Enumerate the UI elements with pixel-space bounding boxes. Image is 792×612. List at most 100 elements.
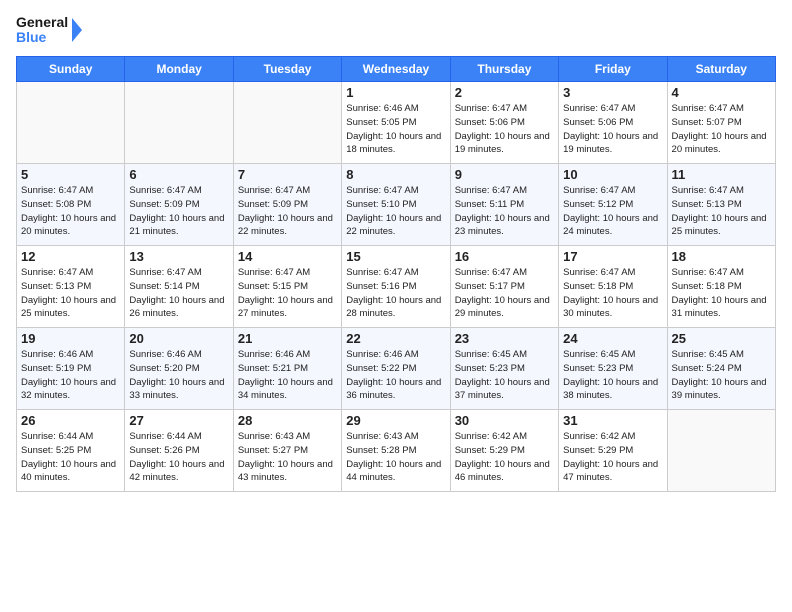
week-row-4: 19Sunrise: 6:46 AMSunset: 5:19 PMDayligh…	[17, 328, 776, 410]
day-cell: 8 Sunrise: 6:47 AMSunset: 5:10 PMDaylight…	[342, 164, 450, 246]
day-number: 29	[346, 413, 445, 428]
header-cell-tuesday: Tuesday	[233, 57, 341, 82]
calendar-page: GeneralBlue SundayMondayTuesdayWednesday…	[0, 0, 792, 612]
day-cell: 15 Sunrise: 6:47 AMSunset: 5:16 PMDayligh…	[342, 246, 450, 328]
logo: GeneralBlue	[16, 12, 86, 48]
day-info: Sunrise: 6:43 AMSunset: 5:28 PMDaylight:…	[346, 430, 445, 485]
header-cell-friday: Friday	[559, 57, 667, 82]
day-info: Sunrise: 6:47 AMSunset: 5:13 PMDaylight:…	[672, 184, 771, 239]
week-row-2: 5 Sunrise: 6:47 AMSunset: 5:08 PMDaylight…	[17, 164, 776, 246]
day-cell: 7Sunrise: 6:47 AMSunset: 5:09 PMDaylight…	[233, 164, 341, 246]
day-number: 9	[455, 167, 554, 182]
day-cell: 13 Sunrise: 6:47 AMSunset: 5:14 PMDayligh…	[125, 246, 233, 328]
day-number: 21	[238, 331, 337, 346]
day-info: Sunrise: 6:47 AMSunset: 5:13 PMDaylight:…	[21, 266, 120, 321]
week-row-1: 1 Sunrise: 6:46 AMSunset: 5:05 PMDaylight…	[17, 82, 776, 164]
day-cell	[233, 82, 341, 164]
day-info: Sunrise: 6:47 AMSunset: 5:16 PMDaylight:…	[346, 266, 445, 321]
day-number: 20	[129, 331, 228, 346]
day-cell: 30 Sunrise: 6:42 AMSunset: 5:29 PMDayligh…	[450, 410, 558, 492]
day-cell: 23Sunrise: 6:45 AMSunset: 5:23 PMDayligh…	[450, 328, 558, 410]
day-cell: 31 Sunrise: 6:42 AMSunset: 5:29 PMDayligh…	[559, 410, 667, 492]
day-number: 31	[563, 413, 662, 428]
day-cell: 27 Sunrise: 6:44 AMSunset: 5:26 PMDayligh…	[125, 410, 233, 492]
day-number: 30	[455, 413, 554, 428]
day-info: Sunrise: 6:44 AMSunset: 5:26 PMDaylight:…	[129, 430, 228, 485]
day-number: 1	[346, 85, 445, 100]
day-cell	[125, 82, 233, 164]
day-info: Sunrise: 6:47 AMSunset: 5:08 PMDaylight:…	[21, 184, 120, 239]
day-number: 13	[129, 249, 228, 264]
day-cell: 11Sunrise: 6:47 AMSunset: 5:13 PMDayligh…	[667, 164, 775, 246]
day-cell: 22 Sunrise: 6:46 AMSunset: 5:22 PMDayligh…	[342, 328, 450, 410]
day-cell: 2 Sunrise: 6:47 AMSunset: 5:06 PMDaylight…	[450, 82, 558, 164]
day-info: Sunrise: 6:47 AMSunset: 5:06 PMDaylight:…	[455, 102, 554, 157]
day-info: Sunrise: 6:44 AMSunset: 5:25 PMDaylight:…	[21, 430, 120, 485]
day-number: 28	[238, 413, 337, 428]
header-cell-sunday: Sunday	[17, 57, 125, 82]
day-info: Sunrise: 6:47 AMSunset: 5:11 PMDaylight:…	[455, 184, 554, 239]
day-cell	[667, 410, 775, 492]
day-info: Sunrise: 6:47 AMSunset: 5:14 PMDaylight:…	[129, 266, 228, 321]
day-info: Sunrise: 6:47 AMSunset: 5:17 PMDaylight:…	[455, 266, 554, 321]
day-cell: 5 Sunrise: 6:47 AMSunset: 5:08 PMDaylight…	[17, 164, 125, 246]
day-cell: 18 Sunrise: 6:47 AMSunset: 5:18 PMDayligh…	[667, 246, 775, 328]
day-number: 17	[563, 249, 662, 264]
day-number: 2	[455, 85, 554, 100]
day-info: Sunrise: 6:46 AMSunset: 5:05 PMDaylight:…	[346, 102, 445, 157]
header-cell-monday: Monday	[125, 57, 233, 82]
day-info: Sunrise: 6:42 AMSunset: 5:29 PMDaylight:…	[563, 430, 662, 485]
day-info: Sunrise: 6:47 AMSunset: 5:09 PMDaylight:…	[129, 184, 228, 239]
day-number: 16	[455, 249, 554, 264]
day-number: 4	[672, 85, 771, 100]
day-number: 25	[672, 331, 771, 346]
header-row: SundayMondayTuesdayWednesdayThursdayFrid…	[17, 57, 776, 82]
day-info: Sunrise: 6:43 AMSunset: 5:27 PMDaylight:…	[238, 430, 337, 485]
day-cell: 6Sunrise: 6:47 AMSunset: 5:09 PMDaylight…	[125, 164, 233, 246]
day-cell: 14Sunrise: 6:47 AMSunset: 5:15 PMDayligh…	[233, 246, 341, 328]
day-cell: 19Sunrise: 6:46 AMSunset: 5:19 PMDayligh…	[17, 328, 125, 410]
week-row-5: 26Sunrise: 6:44 AMSunset: 5:25 PMDayligh…	[17, 410, 776, 492]
day-number: 3	[563, 85, 662, 100]
day-info: Sunrise: 6:47 AMSunset: 5:18 PMDaylight:…	[672, 266, 771, 321]
day-number: 5	[21, 167, 120, 182]
day-cell: 28 Sunrise: 6:43 AMSunset: 5:27 PMDayligh…	[233, 410, 341, 492]
day-cell: 17 Sunrise: 6:47 AMSunset: 5:18 PMDayligh…	[559, 246, 667, 328]
day-info: Sunrise: 6:47 AMSunset: 5:18 PMDaylight:…	[563, 266, 662, 321]
day-cell: 25Sunrise: 6:45 AMSunset: 5:24 PMDayligh…	[667, 328, 775, 410]
day-number: 22	[346, 331, 445, 346]
day-info: Sunrise: 6:47 AMSunset: 5:10 PMDaylight:…	[346, 184, 445, 239]
day-number: 10	[563, 167, 662, 182]
day-cell: 21 Sunrise: 6:46 AMSunset: 5:21 PMDayligh…	[233, 328, 341, 410]
day-cell: 24 Sunrise: 6:45 AMSunset: 5:23 PMDayligh…	[559, 328, 667, 410]
svg-text:General: General	[16, 14, 68, 30]
day-number: 12	[21, 249, 120, 264]
day-info: Sunrise: 6:47 AMSunset: 5:06 PMDaylight:…	[563, 102, 662, 157]
svg-text:Blue: Blue	[16, 29, 47, 45]
header: GeneralBlue	[16, 12, 776, 48]
day-number: 15	[346, 249, 445, 264]
day-cell: 29 Sunrise: 6:43 AMSunset: 5:28 PMDayligh…	[342, 410, 450, 492]
day-cell: 16 Sunrise: 6:47 AMSunset: 5:17 PMDayligh…	[450, 246, 558, 328]
day-cell	[17, 82, 125, 164]
day-number: 8	[346, 167, 445, 182]
day-cell: 20 Sunrise: 6:46 AMSunset: 5:20 PMDayligh…	[125, 328, 233, 410]
day-cell: 9 Sunrise: 6:47 AMSunset: 5:11 PMDaylight…	[450, 164, 558, 246]
logo-svg: GeneralBlue	[16, 12, 86, 48]
day-number: 27	[129, 413, 228, 428]
day-info: Sunrise: 6:46 AMSunset: 5:22 PMDaylight:…	[346, 348, 445, 403]
header-cell-thursday: Thursday	[450, 57, 558, 82]
day-cell: 3 Sunrise: 6:47 AMSunset: 5:06 PMDaylight…	[559, 82, 667, 164]
day-info: Sunrise: 6:46 AMSunset: 5:20 PMDaylight:…	[129, 348, 228, 403]
day-cell: 4Sunrise: 6:47 AMSunset: 5:07 PMDaylight…	[667, 82, 775, 164]
day-info: Sunrise: 6:46 AMSunset: 5:21 PMDaylight:…	[238, 348, 337, 403]
day-info: Sunrise: 6:47 AMSunset: 5:12 PMDaylight:…	[563, 184, 662, 239]
day-info: Sunrise: 6:42 AMSunset: 5:29 PMDaylight:…	[455, 430, 554, 485]
day-number: 24	[563, 331, 662, 346]
day-number: 14	[238, 249, 337, 264]
calendar-table: SundayMondayTuesdayWednesdayThursdayFrid…	[16, 56, 776, 492]
day-number: 18	[672, 249, 771, 264]
day-info: Sunrise: 6:45 AMSunset: 5:23 PMDaylight:…	[563, 348, 662, 403]
day-cell: 1 Sunrise: 6:46 AMSunset: 5:05 PMDaylight…	[342, 82, 450, 164]
header-cell-wednesday: Wednesday	[342, 57, 450, 82]
